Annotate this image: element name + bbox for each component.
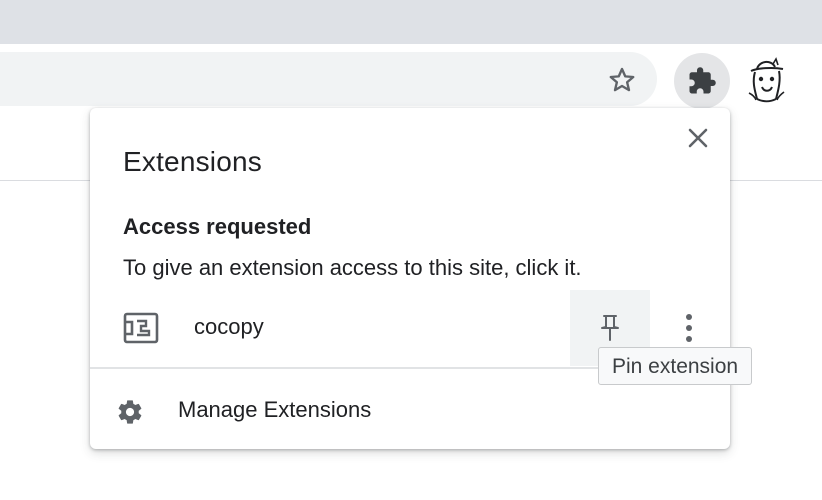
extensions-button[interactable] [674,53,730,109]
manage-extensions-button[interactable]: Manage Extensions [90,380,730,440]
access-requested-description: To give an extension access to this site… [123,255,582,280]
menu-title: Extensions [123,146,262,177]
more-vertical-icon [686,314,692,342]
close-button[interactable] [682,122,714,154]
profile-avatar-icon [748,57,785,103]
close-icon [688,128,708,148]
browser-window: Extensions Access requested To give an e… [0,0,822,500]
extension-more-actions-button[interactable] [672,304,706,352]
tab-strip [0,0,822,44]
puzzle-piece-icon [689,67,716,94]
profile-button[interactable] [738,52,794,108]
address-bar[interactable] [0,52,657,106]
pin-icon [601,315,619,341]
extensions-menu: Extensions Access requested To give an e… [90,108,730,449]
gear-icon [118,400,142,424]
bookmark-button[interactable] [598,58,646,102]
star-outline-icon [609,67,635,92]
access-requested-heading: Access requested [123,214,312,239]
extension-name: cocopy [194,314,264,339]
manage-extensions-label: Manage Extensions [178,397,372,422]
extension-placeholder-icon [123,312,159,344]
pin-extension-tooltip: Pin extension [598,347,753,385]
